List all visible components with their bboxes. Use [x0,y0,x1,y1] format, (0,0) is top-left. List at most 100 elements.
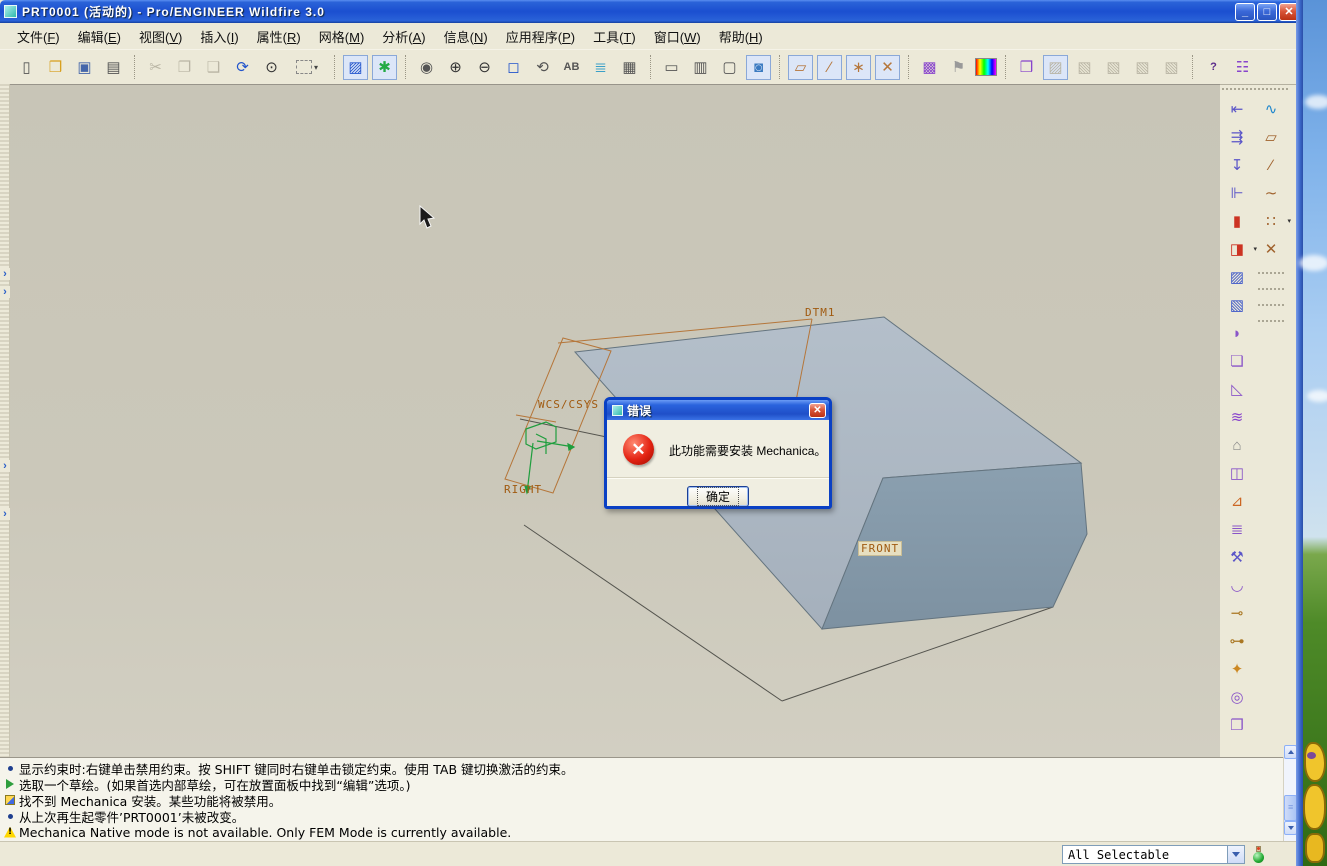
fixed-constraint-button[interactable]: ⊩ [1225,181,1249,205]
point-tool-button[interactable]: ∷ ▾ [1259,209,1291,233]
shell-pair-button[interactable]: ❏ [1225,349,1249,373]
message-scrollbar[interactable] [1283,745,1297,841]
view-manager-button[interactable]: ▦ [617,55,642,80]
sash-handle-icon[interactable]: › [0,286,10,298]
print-button[interactable]: ▤ [101,55,126,80]
flag-button[interactable]: ⚑ [946,55,971,80]
beam-idealization-button[interactable]: ◺ [1225,377,1249,401]
csys-display-toggle[interactable]: ✕ [875,54,900,80]
measure-tag-button[interactable]: ⊸ [1225,601,1249,625]
error-icon: ✕ [623,434,654,465]
csys-tool-button[interactable]: ✕ [1259,237,1283,261]
pressure-load-button[interactable]: ↧ [1225,153,1249,177]
save-button[interactable]: ▣ [72,55,97,80]
displacement-constraint-button[interactable]: ⇤ [1225,97,1249,121]
spot-weld-button[interactable]: ⚒ [1225,545,1249,569]
datum-axis-display-toggle[interactable]: ∕ [817,54,842,80]
mesh-display-button[interactable]: ▩ [917,55,942,80]
saved-views-button[interactable]: AB [559,55,584,80]
menu-m[interactable]: 网格(M) [310,24,374,49]
combo-dropdown-icon[interactable] [1227,846,1244,863]
no-hidden-button[interactable]: ▢ [717,55,742,80]
spring-idealization-button[interactable]: ≋ [1225,405,1249,429]
regenerate-button[interactable]: ⟳ [230,55,255,80]
contact-region-button[interactable]: ◡ [1225,573,1249,597]
simulation-objects-button[interactable]: ❒ [1014,55,1039,80]
paste-button[interactable]: ❑ [201,55,226,80]
menu-v[interactable]: 视图(V) [130,24,191,49]
shell-region-button[interactable]: ◎ [1225,685,1249,709]
find-button[interactable]: ⊙ [259,55,284,80]
status-light-icon[interactable] [1252,846,1265,863]
rectangle-tool-button[interactable]: ▱ [1259,125,1283,149]
result-window-button[interactable] [975,58,997,76]
copy-button[interactable]: ❐ [172,55,197,80]
bullet-icon [3,813,17,819]
wireframe-button[interactable]: ▭ [659,55,684,80]
menu-w[interactable]: 窗口(W) [645,24,710,49]
convection-condition-button[interactable]: ◨ ▾ [1225,237,1257,261]
menu-f[interactable]: 文件(F) [8,24,69,49]
temperature-load-button[interactable]: ▮ [1225,209,1249,233]
menu-i[interactable]: 插入(I) [191,24,247,49]
point-display-toggle[interactable]: ∗ [846,54,871,80]
beam-section-button[interactable]: ⊿ [1225,489,1249,513]
sim-move-button[interactable]: ▧ [1101,55,1126,80]
minimize-button[interactable]: _ [1235,2,1255,21]
message-text: 从上次再生起零件’PRT0001’未被改变。 [19,809,245,825]
curve-tool-button[interactable]: ∼ [1259,181,1283,205]
sash-handle-icon[interactable]: › [0,268,10,280]
menu-n[interactable]: 信息(N) [435,24,497,49]
dialog-close-button[interactable]: ✕ [809,402,826,418]
spline-tool-button[interactable]: ∿ [1259,97,1283,121]
orient-mode-button[interactable]: ◉ [414,55,439,80]
message-log-button[interactable]: ☷ [1230,55,1255,80]
context-help-button[interactable]: ? [1201,55,1226,80]
datum-label-right: RIGHT [504,483,543,496]
cut-button[interactable]: ✂ [143,55,168,80]
menu-t[interactable]: 工具(T) [584,24,645,49]
sim-mirror-button[interactable]: ▧ [1130,55,1155,80]
tag-region-button[interactable]: ⊶ [1225,629,1249,653]
menu-r[interactable]: 属性(R) [248,24,310,49]
sash-handle-icon[interactable]: › [0,508,10,520]
sim-select-button[interactable]: ▨ [1043,54,1068,80]
volume-region-button[interactable]: ❒ [1225,713,1249,737]
sketcher-display-toggle[interactable]: ▨ [343,54,368,80]
hidden-line-button[interactable]: ▥ [688,55,713,80]
selection-filter-box[interactable]: ▾ [288,55,326,80]
menu-a[interactable]: 分析(A) [373,24,434,49]
ok-button[interactable]: 确定 [687,486,749,507]
shell-idealization-button[interactable]: ◗ [1225,321,1249,345]
sash-handle-icon[interactable]: › [0,460,10,472]
datum-plane-display-toggle[interactable]: ▱ [788,54,813,80]
mesh-control-button[interactable]: ✦ [1225,657,1249,681]
mirror-symmetry-button[interactable]: ▧ [1225,293,1249,317]
refit-button[interactable]: ◻ [501,55,526,80]
zoom-in-button[interactable]: ⊕ [443,55,468,80]
force-moment-load-button[interactable]: ⇶ [1225,125,1249,149]
mass-idealization-button[interactable]: ⌂ [1225,433,1249,457]
symmetry-constraint-button[interactable]: ▨ [1225,265,1249,289]
sim-pattern-button[interactable]: ▧ [1159,55,1184,80]
shaded-button[interactable]: ◙ [746,54,771,80]
title-bar[interactable]: PRT0001 (活动的) - Pro/ENGINEER Wildfire 3.… [0,0,1303,23]
zoom-out-button[interactable]: ⊖ [472,55,497,80]
rigid-link-button[interactable]: ≣ [1225,517,1249,541]
line-tool-button[interactable]: ∕ [1259,153,1283,177]
new-file-button[interactable]: ▯ [14,55,39,80]
sim-copy-button[interactable]: ▧ [1072,55,1097,80]
navigator-sash[interactable]: › › › › [0,84,10,757]
menu-p[interactable]: 应用程序(P) [497,24,584,49]
message-line: 从上次再生起零件’PRT0001’未被改变。 [3,808,1296,825]
maximize-button[interactable]: □ [1257,2,1277,21]
error-dialog-title-bar[interactable]: 错误 ✕ [607,400,829,420]
layers-button[interactable]: ≣ [588,55,613,80]
selection-filter-combo[interactable]: All Selectable [1062,845,1245,864]
spin-center-toggle[interactable]: ✱ [372,54,397,80]
interface-connection-button[interactable]: ◫ [1225,461,1249,485]
reorient-button[interactable]: ⟲ [530,55,555,80]
menu-h[interactable]: 帮助(H) [710,24,772,49]
menu-e[interactable]: 编辑(E) [69,24,130,49]
open-file-button[interactable]: ❒ [43,55,68,80]
